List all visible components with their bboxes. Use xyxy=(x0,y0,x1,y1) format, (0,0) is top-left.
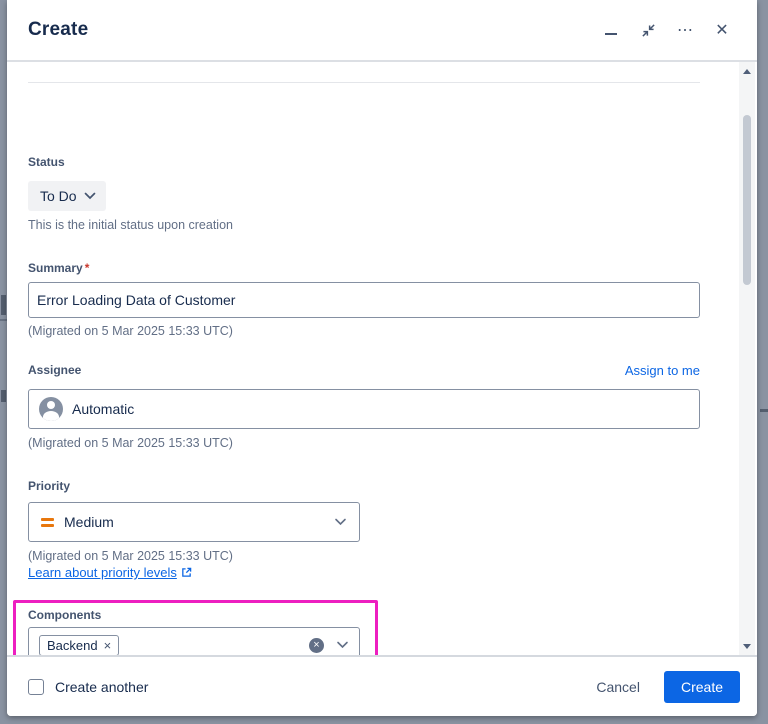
components-label: Components xyxy=(28,608,102,622)
ellipsis-icon: ⋯ xyxy=(677,22,693,39)
chevron-down-icon xyxy=(335,518,346,526)
create-button[interactable]: Create xyxy=(663,670,740,703)
external-link-icon xyxy=(182,567,192,577)
window-controls: ⋯ ✕ xyxy=(600,19,757,41)
backdrop-fragment xyxy=(760,409,768,412)
avatar-icon xyxy=(39,397,63,421)
minimize-icon xyxy=(605,33,617,35)
chevron-down-icon xyxy=(84,192,95,200)
clear-all-icon[interactable]: × xyxy=(309,637,324,653)
component-chip-text: Backend xyxy=(47,637,98,653)
components-multiselect[interactable]: Backend × × xyxy=(28,627,360,655)
vertical-scrollbar[interactable] xyxy=(739,62,755,655)
scroll-up-button[interactable] xyxy=(739,64,755,78)
collapse-icon xyxy=(641,23,655,37)
required-asterisk: * xyxy=(84,261,90,275)
section-divider xyxy=(28,82,700,83)
create-another-checkbox[interactable] xyxy=(28,678,44,695)
assignee-value: Automatic xyxy=(72,401,135,417)
exit-fullscreen-button[interactable] xyxy=(637,19,659,41)
learn-priority-link[interactable]: Learn about priority levels xyxy=(28,565,192,580)
screen: { "window": { "title": "Create" }, "icon… xyxy=(0,0,768,724)
assignee-migrated-note: (Migrated on 5 Mar 2025 15:33 UTC) xyxy=(28,436,233,450)
dialog-header: Create ⋯ ✕ xyxy=(7,0,757,62)
chip-remove-icon[interactable]: × xyxy=(104,638,112,653)
minimize-button[interactable] xyxy=(600,19,622,41)
summary-input[interactable] xyxy=(28,282,700,318)
chevron-down-icon[interactable] xyxy=(336,641,349,649)
backdrop-fragment xyxy=(1,390,6,402)
summary-migrated-note: (Migrated on 5 Mar 2025 15:33 UTC) xyxy=(28,324,233,338)
priority-medium-icon xyxy=(41,517,54,527)
assignee-dropdown[interactable]: Automatic xyxy=(28,389,700,429)
create-issue-dialog: Create ⋯ ✕ Status To Do This is the init… xyxy=(7,0,757,716)
priority-label: Priority xyxy=(28,479,71,493)
status-value: To Do xyxy=(40,188,77,204)
close-icon: ✕ xyxy=(715,22,729,39)
backdrop-fragment xyxy=(0,319,7,321)
backdrop-fragment xyxy=(1,295,6,315)
close-button[interactable]: ✕ xyxy=(711,19,733,41)
learn-priority-link-text: Learn about priority levels xyxy=(28,565,177,580)
assign-to-me-link[interactable]: Assign to me xyxy=(28,363,700,378)
scrollbar-thumb[interactable] xyxy=(743,115,751,285)
form-scroll-area: Status To Do This is the initial status … xyxy=(7,62,757,655)
status-dropdown[interactable]: To Do xyxy=(28,181,106,211)
priority-value: Medium xyxy=(64,514,114,530)
more-options-button[interactable]: ⋯ xyxy=(674,19,696,41)
dialog-footer: Create another Cancel Create xyxy=(7,655,757,716)
summary-label-text: Summary xyxy=(28,261,83,275)
create-another-label: Create another xyxy=(55,678,149,695)
scroll-up-icon xyxy=(743,68,751,74)
summary-label: Summary * xyxy=(28,261,89,275)
status-helper-text: This is the initial status upon creation xyxy=(28,218,233,232)
priority-dropdown[interactable]: Medium xyxy=(28,502,360,542)
scroll-down-icon xyxy=(743,643,751,649)
cancel-button[interactable]: Cancel xyxy=(586,671,650,703)
dialog-title: Create xyxy=(28,19,89,40)
priority-learn-row: Learn about priority levels xyxy=(28,565,192,580)
component-chip: Backend × xyxy=(39,634,120,655)
status-label: Status xyxy=(28,155,65,169)
scroll-down-button[interactable] xyxy=(739,639,755,653)
priority-migrated-note: (Migrated on 5 Mar 2025 15:33 UTC) xyxy=(28,549,233,563)
